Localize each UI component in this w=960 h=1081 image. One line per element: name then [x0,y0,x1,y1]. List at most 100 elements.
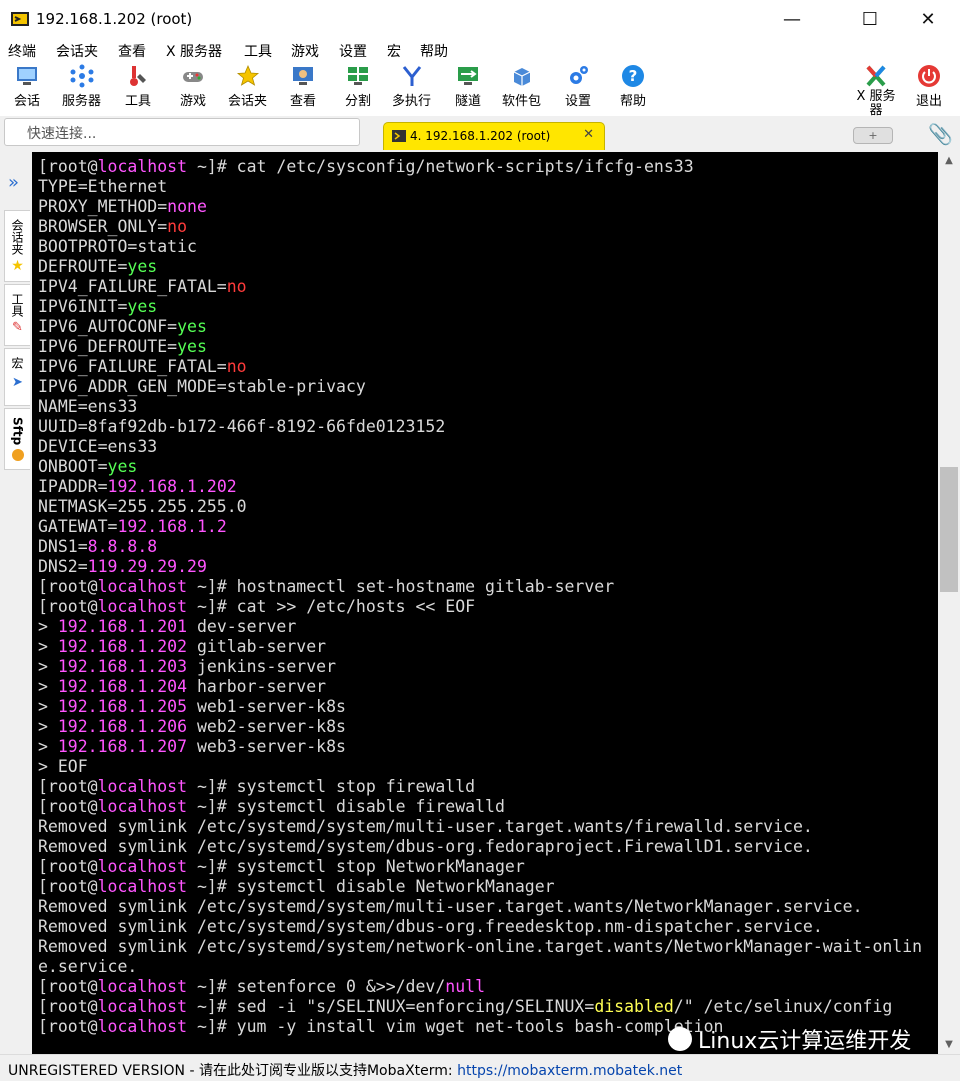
terminal-text: 192.168.1.202 [57,637,188,656]
terminal-text: yes [127,257,158,276]
terminal-text: [root@ [38,877,98,896]
terminal-text: IPV6INIT= [38,297,128,316]
terminal-text: [root@ [38,1017,98,1036]
toolbar-xserver-button[interactable]: X 服务器 [852,64,900,118]
terminal-text: DEVICE=ens33 [38,437,158,456]
toolbar-split-button[interactable]: 分割 [345,64,371,109]
terminal-text: localhost [97,597,188,616]
status-bar: UNREGISTERED VERSION - 请在此处订阅专业版以支持MobaX… [0,1054,960,1081]
terminal-output[interactable]: [root@localhost ~]# cat /etc/sysconfig/n… [32,152,938,1054]
terminal-text: web1-server-k8s [187,697,346,716]
menu-view[interactable]: 查看 [118,41,146,61]
unregistered-label: UNREGISTERED VERSION [8,1063,186,1079]
toolbar-tunnel-button[interactable]: 隧道 [455,64,481,109]
terminal-line: [root@localhost ~]# cat /etc/sysconfig/n… [38,157,938,177]
terminal-text: /" /etc/selinux/config [673,997,893,1016]
toolbar-settings-button[interactable]: 设置 [565,64,591,109]
maximize-icon: ☐ [861,8,879,30]
terminal-scrollbar[interactable]: ▲ ▼ [938,152,960,1054]
close-button[interactable]: ✕ [904,0,952,38]
toolbar-multiexec-button[interactable]: 多执行 [392,64,431,109]
terminal-text: DNS2= [38,557,88,576]
terminal-text: 192.168.1.206 [57,717,188,736]
menu-tools[interactable]: 工具 [244,41,272,61]
terminal-text: [root@ [38,597,98,616]
terminal-text: e.service. [38,957,138,976]
terminal-text: jenkins-server [187,657,337,676]
terminal-text: [root@ [38,997,98,1016]
tab-close-icon[interactable]: ✕ [583,127,594,142]
toolbar-packages-button[interactable]: 软件包 [502,64,541,109]
terminal-text: disabled [594,997,674,1016]
terminal-text: localhost [97,797,188,816]
terminal-text: Removed symlink /etc/systemd/system/netw… [38,937,923,956]
minimize-button[interactable]: — [768,0,816,38]
menu-games[interactable]: 游戏 [291,41,319,61]
menu-macros[interactable]: 宏 [387,41,401,61]
terminal-text: DNS1= [38,537,88,556]
menu-sessions[interactable]: 会话夹 [56,41,98,61]
terminal-text: 119.29.29.29 [87,557,207,576]
mobaxterm-logo-icon [11,12,29,26]
sidebar-tab-sftp[interactable]: Sftp [4,408,30,470]
terminal-text: yes [107,457,138,476]
sftp-icon [11,449,24,462]
toolbar-view-button[interactable]: 查看 [290,64,316,109]
terminal-text: web2-server-k8s [187,717,346,736]
toolbar-servers-button[interactable]: 服务器 [62,64,101,109]
scrollbar-thumb[interactable] [940,467,958,592]
sidebar-tab-sessions[interactable]: 会话夹 ★ [4,210,30,282]
terminal-text: null [445,977,486,996]
scroll-up-icon[interactable]: ▲ [938,152,960,170]
toolbar-sessions-button[interactable]: 会话夹 [228,64,267,109]
terminal-text: 192.168.1.203 [57,657,188,676]
xserver-icon [866,65,886,87]
terminal-text: UUID=8faf92db-b172-466f-8192-66fde012315… [38,417,446,436]
tunnel-icon [458,67,478,85]
macro-icon: ➤ [12,375,23,390]
terminal-text: [root@ [38,797,98,816]
terminal-text: ~]# systemctl stop firewalld [187,777,476,796]
terminal-line: [root@localhost ~]# setenforce 0 &>>/dev… [38,977,938,997]
terminal-line: > EOF [38,757,938,777]
menu-help[interactable]: 帮助 [420,41,448,61]
subscribe-message: - 请在此处订阅专业版以支持MobaXterm: [185,1063,458,1079]
toolbar-help-button[interactable]: ? 帮助 [620,64,646,109]
toolbar-games-button[interactable]: 游戏 [180,64,206,109]
terminal-line: IPV6_ADDR_GEN_MODE=stable-privacy [38,377,938,397]
mobaxterm-link[interactable]: https://mobaxterm.mobatek.net [457,1063,682,1079]
terminal-text: > [38,617,58,636]
terminal-line: [root@localhost ~]# cat >> /etc/hosts <<… [38,597,938,617]
quick-connect-input[interactable]: 快速连接... [4,118,360,146]
tools-icon [130,66,146,86]
toolbar-exit-button[interactable]: 退出 [916,64,942,109]
maximize-button[interactable]: ☐ [846,0,894,38]
terminal-text: 192.168.1.204 [57,677,188,696]
toolbar: 会话 服务器 工具 游戏 会话夹 查看 分割 多执行 隧道 软件包 设置 ? 帮… [0,62,960,118]
terminal-text: [root@ [38,577,98,596]
toolbar-session-button[interactable]: 会话 [14,64,40,109]
menu-terminal[interactable]: 终端 [8,41,36,61]
new-tab-button[interactable]: + [853,127,893,144]
tab-session-4[interactable]: 4. 192.168.1.202 (root) ✕ [383,122,605,150]
scroll-down-icon[interactable]: ▼ [938,1036,960,1054]
menu-settings[interactable]: 设置 [339,41,367,61]
terminal-text: localhost [97,157,188,176]
terminal-text: TYPE=Ethernet [38,177,168,196]
left-sidebar: » 会话夹 ★ 工具 ✎ 宏 ➤ Sftp [0,152,32,1054]
toolbar-tools-button[interactable]: 工具 [125,64,151,109]
terminal-text: > [38,737,58,756]
terminal-line: GATEWAT=192.168.1.2 [38,517,938,537]
terminal-text: IPV6_ADDR_GEN_MODE=stable-privacy [38,377,366,396]
terminal-line: > 192.168.1.205 web1-server-k8s [38,697,938,717]
attachment-icon[interactable]: 📎 [928,122,953,146]
terminal-text: [root@ [38,157,98,176]
expand-sidebar-icon[interactable]: » [8,172,19,193]
sidebar-tab-macros[interactable]: 宏 ➤ [4,348,30,406]
sidebar-tab-tools[interactable]: 工具 ✎ [4,284,30,346]
terminal-text: localhost [97,777,188,796]
terminal-line: TYPE=Ethernet [38,177,938,197]
terminal-line: e.service. [38,957,938,977]
terminal-line: IPV6_DEFROUTE=yes [38,337,938,357]
menu-xserver[interactable]: X 服务器 [166,41,222,61]
